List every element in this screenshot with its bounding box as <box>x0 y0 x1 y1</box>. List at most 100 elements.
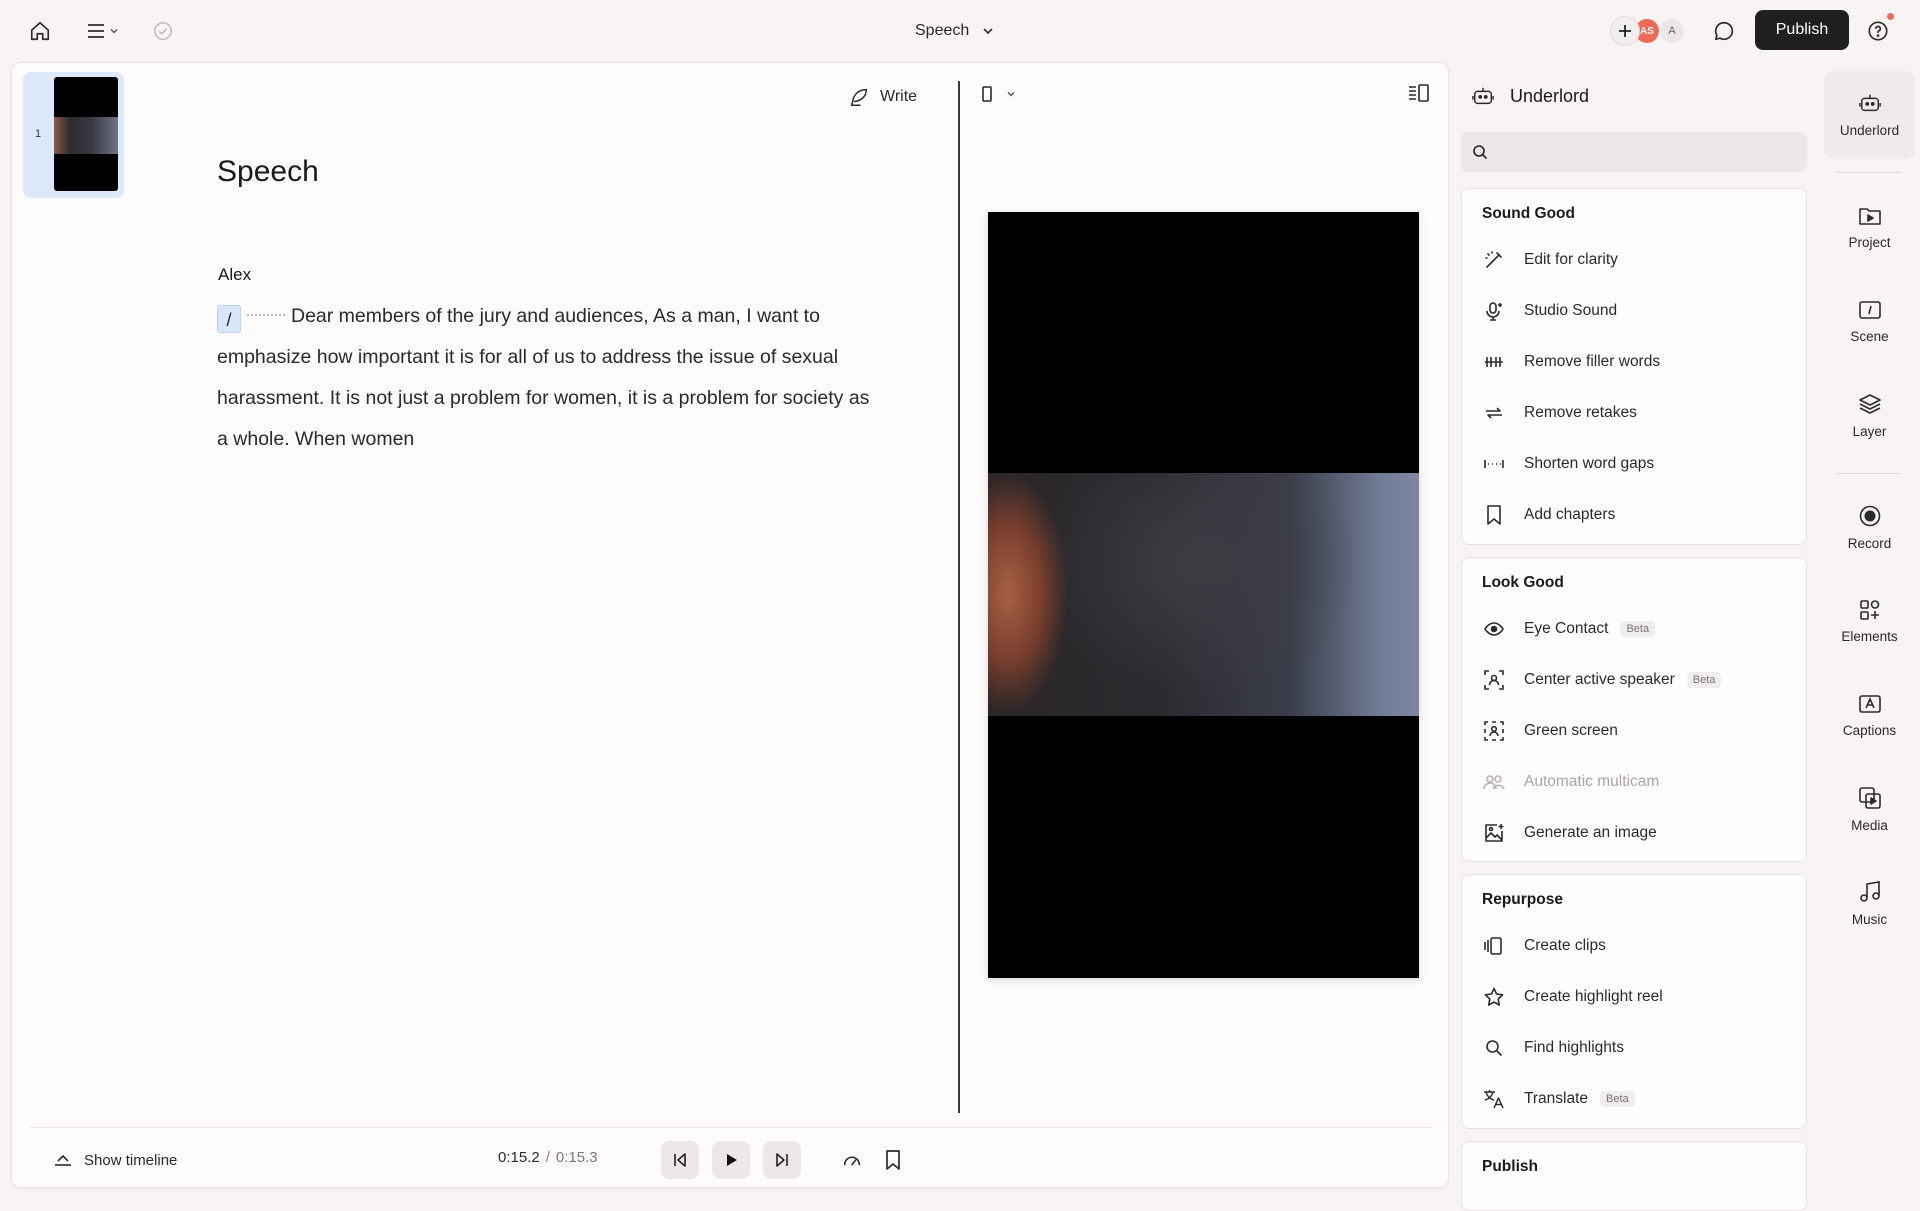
rail-layer[interactable]: Layer <box>1824 372 1915 460</box>
music-icon <box>1859 881 1880 902</box>
bookmark-icon <box>1482 503 1506 527</box>
word-gap-indicator[interactable] <box>247 314 285 316</box>
project-title: Speech <box>915 22 970 39</box>
search-icon <box>1482 1036 1506 1060</box>
rail-record[interactable]: Record <box>1824 484 1915 572</box>
rail-label: Record <box>1847 536 1892 551</box>
eye-icon <box>1482 617 1506 641</box>
item-find-highlights[interactable]: Find highlights <box>1476 1028 1794 1068</box>
bottom-divider <box>30 1127 1432 1128</box>
rail-scene[interactable]: Scene <box>1824 278 1915 366</box>
scene-marker[interactable]: / <box>217 305 241 333</box>
rail-divider <box>1836 473 1902 474</box>
translate-icon <box>1482 1087 1506 1111</box>
section-title: Publish <box>1482 1158 1538 1175</box>
scene-icon <box>1858 301 1881 319</box>
help-icon[interactable] <box>1864 13 1894 45</box>
item-automatic-multicam[interactable]: Automatic multicam <box>1476 762 1794 802</box>
item-studio-sound[interactable]: Studio Sound <box>1476 291 1794 331</box>
rail-label: Elements <box>1841 629 1898 644</box>
item-add-chapters[interactable]: Add chapters <box>1476 495 1794 535</box>
rail-captions[interactable]: Captions <box>1824 672 1915 760</box>
editor-divider[interactable] <box>958 81 960 1113</box>
green-screen-icon <box>1482 719 1506 743</box>
item-green-screen[interactable]: Green screen <box>1476 711 1794 751</box>
video-frame <box>988 473 1419 716</box>
editor-panel: 1 Write Speech Alex / Dear members of the… <box>11 62 1449 1188</box>
scene-thumbnail[interactable]: 1 <box>23 72 124 198</box>
document-title[interactable]: Speech <box>217 155 319 189</box>
item-label: Create highlight reel <box>1524 988 1663 1005</box>
skip-back-button[interactable] <box>661 1141 699 1179</box>
search-icon <box>1473 145 1488 160</box>
item-translate[interactable]: Translate Beta <box>1476 1079 1794 1119</box>
beta-badge: Beta <box>1686 672 1722 688</box>
rail-label: Underlord <box>1839 123 1900 138</box>
rail-music[interactable]: Music <box>1824 860 1915 948</box>
aspect-ratio-dropdown[interactable] <box>982 83 1016 105</box>
bookmark-icon[interactable] <box>880 1147 906 1173</box>
section-title: Repurpose <box>1482 891 1563 908</box>
item-generate-an-image[interactable]: Generate an image <box>1476 813 1794 853</box>
video-preview[interactable] <box>988 212 1419 978</box>
synced-check-icon <box>150 18 176 44</box>
play-button[interactable] <box>712 1141 750 1179</box>
repeat-icon <box>1482 401 1506 425</box>
layout-toggle-icon[interactable] <box>1408 83 1430 105</box>
item-label: Edit for clarity <box>1524 251 1618 268</box>
section-title: Look Good <box>1482 574 1564 591</box>
item-remove-filler-words[interactable]: Remove filler words <box>1476 342 1794 382</box>
comments-icon[interactable] <box>1710 17 1738 45</box>
project-title-dropdown[interactable]: Speech <box>915 18 995 44</box>
item-remove-retakes[interactable]: Remove retakes <box>1476 393 1794 433</box>
transcript-text[interactable]: / Dear members of the jury and audiences,… <box>217 296 877 460</box>
item-create-highlight-reel[interactable]: Create highlight reel <box>1476 977 1794 1017</box>
item-label: Shorten word gaps <box>1524 455 1655 472</box>
beta-badge: Beta <box>1620 621 1656 637</box>
rail-label: Media <box>1851 818 1888 833</box>
avatar[interactable]: A <box>1660 19 1684 43</box>
beta-badge: Beta <box>1600 1091 1635 1107</box>
section-publish: Publish <box>1461 1141 1807 1211</box>
wand-icon <box>1482 248 1506 272</box>
portrait-frame-icon <box>982 86 992 102</box>
notification-dot <box>1887 13 1894 20</box>
item-label: Generate an image <box>1524 824 1657 841</box>
add-collaborator-button[interactable] <box>1610 16 1640 46</box>
rail-underlord[interactable]: Underlord <box>1824 71 1915 159</box>
item-center-active-speaker[interactable]: Center active speaker Beta <box>1476 660 1794 700</box>
top-bar: Speech A AS Publish <box>0 0 1920 61</box>
star-icon <box>1482 985 1506 1009</box>
item-eye-contact[interactable]: Eye Contact Beta <box>1476 609 1794 649</box>
item-label: Remove filler words <box>1524 353 1661 370</box>
item-label: Automatic multicam <box>1524 773 1660 790</box>
rail-media[interactable]: Media <box>1824 766 1915 854</box>
publish-button[interactable]: Publish <box>1755 10 1849 50</box>
item-create-clips[interactable]: Create clips <box>1476 926 1794 966</box>
menu-icon[interactable] <box>80 18 126 44</box>
duration: 0:15.3 <box>555 1149 598 1166</box>
rail-label: Scene <box>1850 329 1889 344</box>
robot-icon <box>1472 87 1494 105</box>
show-timeline-button[interactable]: Show timeline <box>54 1147 177 1173</box>
item-edit-for-clarity[interactable]: Edit for clarity <box>1476 240 1794 280</box>
chevron-down-icon <box>983 28 993 35</box>
item-label: Studio Sound <box>1524 302 1618 319</box>
playback-speed-icon[interactable] <box>839 1147 865 1173</box>
clips-icon <box>1482 934 1506 958</box>
skip-forward-button[interactable] <box>763 1141 801 1179</box>
current-time: 0:15.2 <box>498 1149 540 1166</box>
people-icon <box>1482 770 1506 794</box>
item-shorten-word-gaps[interactable]: Shorten word gaps <box>1476 444 1794 484</box>
section-title: Sound Good <box>1482 205 1575 222</box>
rail-project[interactable]: Project <box>1824 184 1915 272</box>
layers-icon <box>1858 394 1881 414</box>
item-label: Add chapters <box>1524 506 1616 523</box>
write-button[interactable]: Write <box>848 83 917 111</box>
plus-icon <box>1619 25 1631 37</box>
transcript-paragraph[interactable]: Dear members of the jury and audiences, … <box>217 305 869 450</box>
home-icon[interactable] <box>26 18 54 44</box>
speaker-label[interactable]: Alex <box>218 265 251 285</box>
rail-elements[interactable]: Elements <box>1824 578 1915 666</box>
underlord-search-input[interactable] <box>1461 132 1807 172</box>
